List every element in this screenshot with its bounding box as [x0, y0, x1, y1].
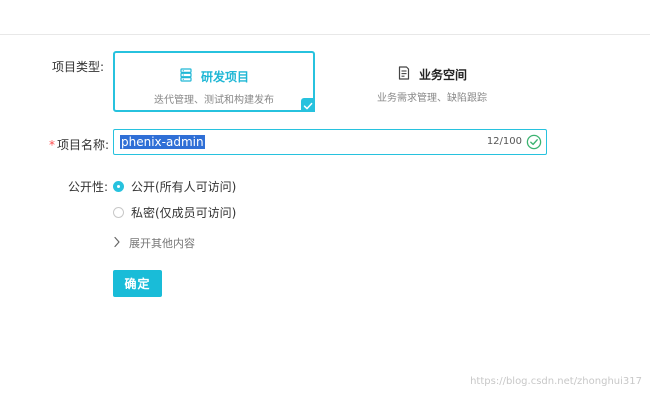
selected-check-icon	[301, 98, 315, 112]
document-icon	[397, 65, 411, 84]
visibility-option-public[interactable]: 公开(所有人可访问)	[113, 178, 236, 195]
project-type-description: 业务需求管理、缺陷跟踪	[377, 93, 487, 104]
project-type-card-dev-header: 研发项目	[115, 67, 313, 86]
expand-more-toggle[interactable]: 展开其他内容	[113, 235, 195, 251]
project-type-description: 迭代管理、测试和构建发布	[154, 95, 274, 106]
visibility-option-label: 私密(仅成员可访问)	[131, 206, 237, 220]
expand-more-label: 展开其他内容	[129, 237, 195, 250]
project-name-label: * 项目名称:	[49, 136, 109, 153]
project-name-value: phenix-admin	[120, 135, 205, 149]
project-type-title: 研发项目	[200, 70, 249, 84]
project-name-input[interactable]: phenix-admin 12/100	[113, 129, 547, 155]
radio-checked-icon[interactable]	[113, 181, 124, 192]
project-type-card-business-header: 业务空间	[331, 65, 533, 84]
visibility-option-label: 公开(所有人可访问)	[131, 180, 237, 194]
top-divider	[0, 34, 650, 35]
visibility-label: 公开性:	[68, 180, 109, 194]
required-mark: *	[49, 138, 55, 152]
project-type-card-business[interactable]: 业务空间 业务需求管理、缺陷跟踪	[331, 51, 533, 112]
confirm-button[interactable]: 确定	[113, 270, 162, 297]
visibility-option-private[interactable]: 私密(仅成员可访问)	[113, 204, 236, 221]
radio-unchecked-icon[interactable]	[113, 207, 124, 218]
watermark: https://blog.csdn.net/zhonghui317	[470, 376, 642, 387]
project-name-label-text: 项目名称:	[57, 138, 110, 152]
server-stack-icon	[179, 67, 193, 86]
char-count: 12/100	[486, 136, 522, 147]
project-type-card-dev[interactable]: 研发项目 迭代管理、测试和构建发布	[113, 51, 315, 112]
check-circle-icon	[526, 134, 542, 150]
chevron-right-icon	[113, 236, 121, 251]
project-type-label: 项目类型:	[52, 60, 105, 74]
project-type-title: 业务空间	[418, 68, 467, 82]
